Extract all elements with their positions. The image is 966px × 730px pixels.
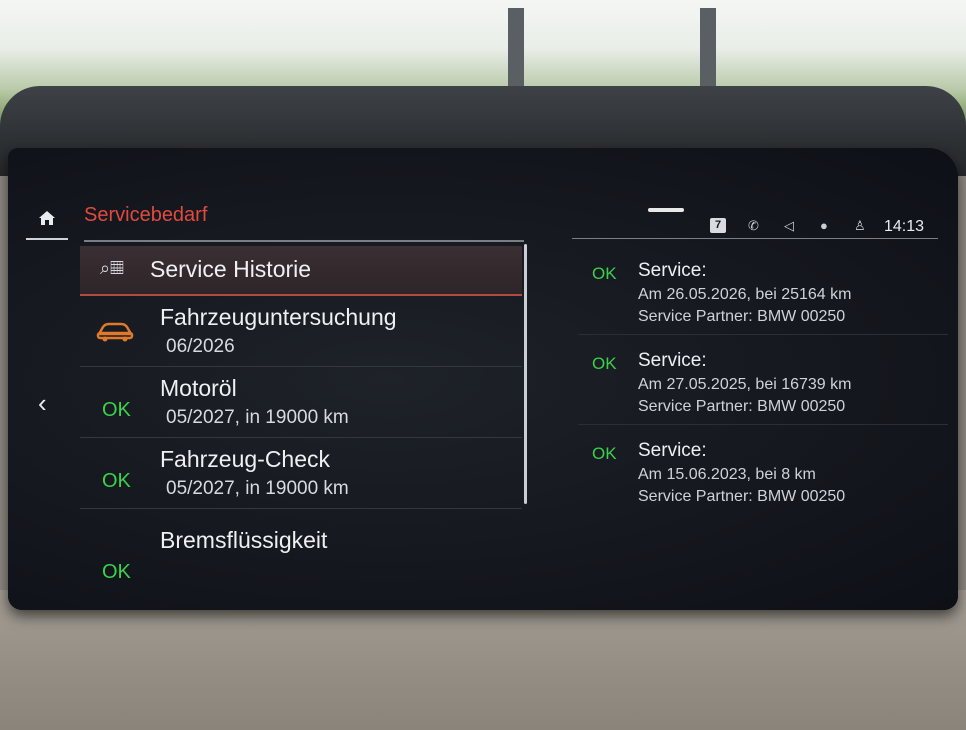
dashboard-bottom <box>0 590 966 730</box>
status-ok: OK <box>592 354 617 373</box>
microphone-icon[interactable]: ● <box>820 218 828 233</box>
history-entry[interactable]: OK Service: Am 27.05.2025, bei 16739 km … <box>578 336 948 425</box>
phone-icon[interactable]: ✆ <box>748 218 759 234</box>
drag-handle[interactable] <box>648 208 684 212</box>
status-ok: OK <box>102 399 131 421</box>
item-subtitle: 05/2027, in 19000 km <box>166 478 349 499</box>
service-history-panel: OK Service: Am 26.05.2026, bei 25164 km … <box>578 246 948 546</box>
home-button[interactable] <box>26 208 68 240</box>
car-icon <box>96 322 134 342</box>
page-title: Servicebedarf <box>84 204 208 226</box>
list-header-service-historie[interactable]: ⌕▦ Service Historie <box>80 246 522 296</box>
history-date-mileage: Am 27.05.2025, bei 16739 km <box>638 376 852 393</box>
infotainment-screen: Servicebedarf 7 ✆ ◁ ● ♙ 14:13 ‹ ⌕▦ Servi… <box>8 148 958 610</box>
notification-badge[interactable]: 7 <box>710 218 726 233</box>
list-item[interactable]: OK Bremsflüssigkeit <box>80 509 522 583</box>
display-surface: Servicebedarf 7 ✆ ◁ ● ♙ 14:13 ‹ ⌕▦ Servi… <box>8 148 958 610</box>
chevron-left-icon: ‹ <box>38 388 47 418</box>
clock: 14:13 <box>884 218 925 235</box>
scrollbar[interactable] <box>524 244 527 504</box>
status-ok: OK <box>592 444 617 463</box>
profile-icon[interactable]: ♙ <box>854 218 866 234</box>
item-subtitle: 06/2026 <box>166 336 235 357</box>
back-button[interactable]: ‹ <box>38 388 47 419</box>
history-entry[interactable]: OK Service: Am 15.06.2023, bei 8 km Serv… <box>578 426 948 514</box>
item-subtitle: 05/2027, in 19000 km <box>166 407 349 428</box>
history-partner: Service Partner: BMW 00250 <box>638 398 846 415</box>
item-title: Bremsflüssigkeit <box>160 527 328 553</box>
list-item[interactable]: Fahrzeuguntersuchung 06/2026 <box>80 296 522 367</box>
history-partner: Service Partner: BMW 00250 <box>638 488 846 505</box>
history-title: Service: <box>638 350 707 371</box>
service-list: ⌕▦ Service Historie Fahrzeuguntersuchung… <box>80 246 526 586</box>
history-title: Service: <box>638 260 707 281</box>
history-title: Service: <box>638 440 707 461</box>
service-history-icon: ⌕▦ <box>100 258 124 278</box>
list-header-label: Service Historie <box>150 256 312 282</box>
status-ok: OK <box>102 561 131 583</box>
history-date-mileage: Am 26.05.2026, bei 25164 km <box>638 286 852 303</box>
item-title: Fahrzeug-Check <box>160 446 331 472</box>
home-icon <box>39 211 55 225</box>
status-ok: OK <box>592 264 617 283</box>
history-entry[interactable]: OK Service: Am 26.05.2026, bei 25164 km … <box>578 246 948 335</box>
list-item[interactable]: OK Motoröl 05/2027, in 19000 km <box>80 367 522 438</box>
title-divider <box>84 240 524 242</box>
item-title: Motoröl <box>160 375 237 401</box>
status-ok: OK <box>102 470 131 492</box>
list-item[interactable]: OK Fahrzeug-Check 05/2027, in 19000 km <box>80 438 522 509</box>
history-date-mileage: Am 15.06.2023, bei 8 km <box>638 466 816 483</box>
history-partner: Service Partner: BMW 00250 <box>638 308 846 325</box>
speaker-icon[interactable]: ◁ <box>784 218 794 234</box>
item-title: Fahrzeuguntersuchung <box>160 304 397 330</box>
